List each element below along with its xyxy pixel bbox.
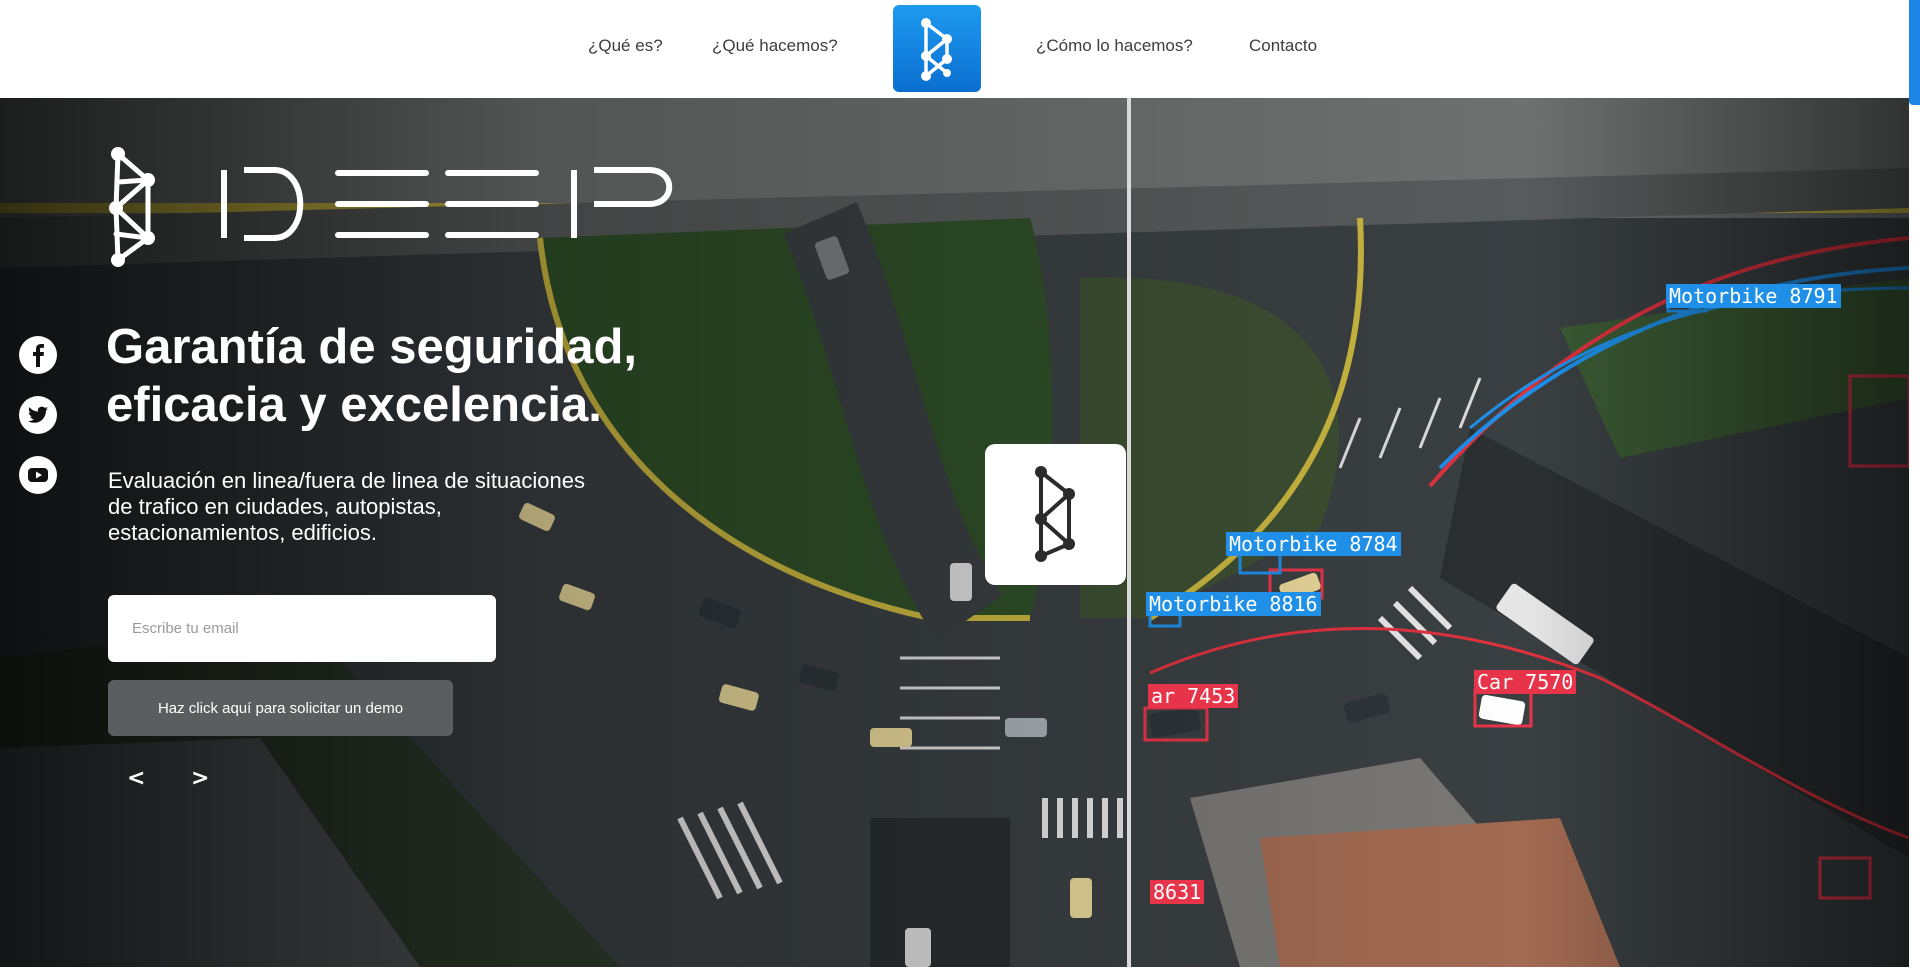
- scrollbar-thumb[interactable]: [1909, 0, 1920, 105]
- deep-network-icon: [1035, 466, 1075, 562]
- facebook-icon: [33, 344, 44, 367]
- hero-subtext: Evaluación en linea/fuera de linea de si…: [108, 468, 585, 545]
- nav-link-que-hacemos[interactable]: ¿Qué hacemos?: [712, 36, 838, 56]
- detection-label: Car 7570: [1474, 670, 1577, 694]
- detection-label: Motorbike 8791: [1666, 284, 1841, 308]
- carousel-prev-arrow[interactable]: <: [127, 766, 145, 791]
- detection-label: ar 7453: [1148, 684, 1239, 708]
- email-input[interactable]: [108, 595, 496, 662]
- nav-link-contacto[interactable]: Contacto: [1249, 36, 1317, 56]
- nav-logo-button[interactable]: [893, 5, 981, 92]
- detection-label: 8631: [1150, 880, 1205, 904]
- hero-section: Garantía de seguridad, eficacia y excele…: [0, 98, 1909, 967]
- top-navigation: ¿Qué es? ¿Qué hacemos? ¿Cómo lo hacemos?…: [0, 0, 1909, 98]
- center-logo-badge: [985, 444, 1126, 585]
- nav-link-como-lo-hacemos[interactable]: ¿Cómo lo hacemos?: [1036, 36, 1193, 56]
- facebook-link[interactable]: [19, 336, 57, 374]
- request-demo-button[interactable]: Haz click aquí para solicitar un demo: [108, 680, 453, 736]
- twitter-link[interactable]: [19, 396, 57, 434]
- deep-network-icon: [921, 18, 952, 81]
- nav-link-que-es[interactable]: ¿Qué es?: [588, 36, 663, 56]
- carousel-next-arrow[interactable]: >: [191, 766, 209, 791]
- hero-headline: Garantía de seguridad, eficacia y excele…: [106, 320, 637, 432]
- brand-logo: [109, 147, 673, 267]
- youtube-icon: [28, 468, 48, 482]
- detection-label: Motorbike 8784: [1226, 532, 1401, 556]
- detection-label: Motorbike 8816: [1146, 592, 1321, 616]
- twitter-icon: [27, 406, 48, 423]
- youtube-link[interactable]: [19, 456, 57, 494]
